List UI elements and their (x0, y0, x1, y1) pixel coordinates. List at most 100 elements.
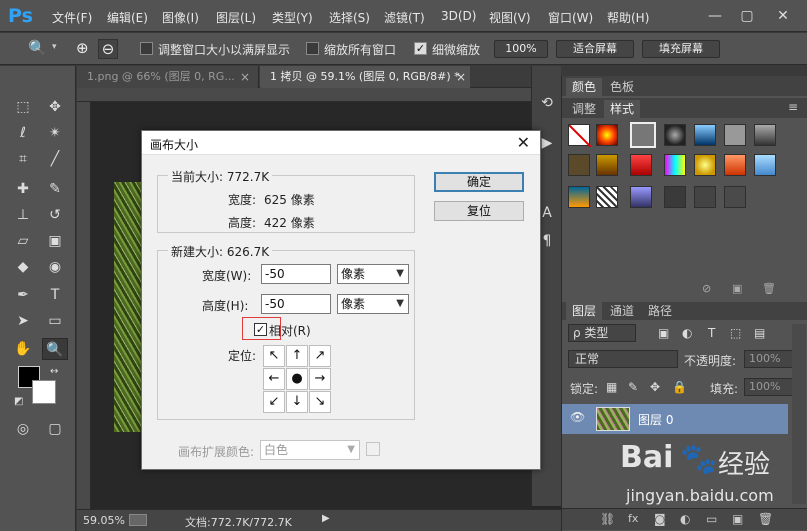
lock-transparent-icon[interactable]: ▦ (606, 380, 617, 394)
style-swatch[interactable] (568, 186, 590, 208)
zoom-out-icon[interactable]: ⊖ (98, 39, 118, 59)
menu-type[interactable]: 类型(Y) (272, 9, 313, 26)
quick-mask-icon[interactable]: ◎ (10, 418, 36, 440)
panel-menu-icon[interactable]: ≡ (788, 100, 798, 114)
stamp-tool-icon[interactable]: ⊥ (10, 204, 36, 226)
menu-filter[interactable]: 滤镜(T) (384, 9, 425, 26)
style-swatch[interactable] (664, 186, 686, 208)
chevron-down-icon[interactable]: ▾ (52, 42, 57, 52)
menu-select[interactable]: 选择(S) (329, 9, 370, 26)
style-swatch[interactable] (630, 186, 652, 208)
eye-icon[interactable]: 👁 (570, 410, 585, 424)
clear-style-icon[interactable]: ⊘ (702, 282, 711, 295)
ext-color-swatch[interactable] (366, 442, 380, 456)
tab-color[interactable]: 颜色 (566, 78, 602, 96)
anchor-top-right[interactable]: ↗ (309, 345, 331, 367)
default-colors-icon[interactable]: ◩ (14, 396, 23, 407)
menu-image[interactable]: 图像(I) (162, 9, 199, 26)
style-swatch[interactable] (596, 186, 618, 208)
tab-doc-1[interactable]: 1.png @ 66% (图层 0, RG... (77, 66, 259, 88)
menu-edit[interactable]: 编辑(E) (107, 9, 148, 26)
zoom-level[interactable]: 59.05% (83, 514, 125, 527)
lock-all-icon[interactable]: 🔒 (672, 380, 687, 394)
anchor-bottom[interactable]: ↓ (286, 391, 308, 413)
fill-screen-button[interactable]: 填充屏幕 (642, 40, 720, 58)
opacity-input[interactable]: 100% (744, 350, 798, 368)
filter-type-icon[interactable]: T (708, 326, 715, 340)
layer-name[interactable]: 图层 0 (638, 411, 673, 428)
lasso-tool-icon[interactable]: ℓ (10, 122, 36, 144)
brush-tool-icon[interactable]: ✎ (42, 178, 68, 200)
relative-label[interactable]: 相对(R) (269, 322, 311, 339)
style-none-swatch[interactable] (568, 124, 592, 148)
style-swatch[interactable] (568, 154, 590, 176)
blend-mode-select[interactable]: 正常 (568, 350, 678, 368)
swap-colors-icon[interactable]: ↔ (50, 366, 58, 377)
anchor-bottom-right[interactable]: ↘ (309, 391, 331, 413)
dodge-tool-icon[interactable]: ◉ (42, 256, 68, 278)
anchor-top[interactable]: ↑ (286, 345, 308, 367)
menu-window[interactable]: 窗口(W) (548, 9, 593, 26)
new-style-icon[interactable]: ▣ (732, 282, 742, 295)
relative-checkbox[interactable]: ✓ (254, 323, 267, 336)
close-tab-icon[interactable]: × (456, 70, 466, 84)
width-input[interactable]: -50 (261, 264, 331, 284)
history-panel-icon[interactable]: ⟲ (534, 92, 560, 114)
path-select-icon[interactable]: ➤ (10, 310, 36, 332)
style-swatch[interactable] (694, 154, 716, 176)
fit-screen-button[interactable]: 适合屏幕 (556, 40, 634, 58)
height-input[interactable]: -50 (261, 294, 331, 314)
style-swatch[interactable] (724, 124, 746, 146)
zoom-tool-icon[interactable]: 🔍 (42, 338, 68, 360)
style-swatch[interactable] (694, 186, 716, 208)
screen-mode-icon[interactable]: ▢ (42, 418, 68, 440)
close-window-button[interactable]: ✕ (770, 6, 796, 26)
style-swatch[interactable] (596, 124, 618, 146)
layer-row[interactable]: 👁 图层 0 (562, 404, 788, 434)
delete-style-icon[interactable]: 🗑 (762, 282, 776, 295)
height-unit-select[interactable]: 像素 ▼ (337, 294, 409, 314)
anchor-left[interactable]: ← (263, 368, 285, 390)
close-tab-icon[interactable]: × (240, 70, 250, 84)
history-brush-icon[interactable]: ↺ (42, 204, 68, 226)
anchor-top-left[interactable]: ↖ (263, 345, 285, 367)
anchor-bottom-left[interactable]: ↙ (263, 391, 285, 413)
status-preview-icon[interactable] (129, 514, 147, 526)
zoom-100-button[interactable]: 100% (494, 40, 548, 58)
style-swatch[interactable] (664, 124, 686, 146)
filter-adjust-icon[interactable]: ◐ (682, 326, 692, 340)
style-swatch[interactable] (694, 124, 716, 146)
shape-tool-icon[interactable]: ▭ (42, 310, 68, 332)
layer-kind-filter[interactable]: ρ 类型 (568, 324, 636, 342)
tab-styles[interactable]: 样式 (604, 100, 640, 118)
dialog-titlebar[interactable]: 画布大小 ✕ (142, 131, 540, 155)
menu-file[interactable]: 文件(F) (52, 9, 92, 26)
marquee-tool-icon[interactable]: ⬚ (10, 96, 36, 118)
filter-shape-icon[interactable]: ⬚ (730, 326, 741, 340)
style-swatch[interactable] (724, 154, 746, 176)
pen-tool-icon[interactable]: ✒ (10, 284, 36, 306)
width-unit-select[interactable]: 像素 ▼ (337, 264, 409, 284)
gradient-tool-icon[interactable]: ▣ (42, 230, 68, 252)
healing-brush-icon[interactable]: ✚ (10, 178, 36, 200)
reset-button[interactable]: 复位 (434, 201, 524, 221)
status-menu-icon[interactable]: ▶ (322, 513, 330, 524)
zoom-all-checkbox[interactable] (306, 42, 319, 55)
tab-adjustments[interactable]: 调整 (566, 100, 602, 118)
style-swatch[interactable] (630, 154, 652, 176)
style-swatch[interactable] (724, 186, 746, 208)
eyedropper-icon[interactable]: ╱ (42, 148, 68, 170)
close-icon[interactable]: ✕ (517, 133, 530, 152)
hand-tool-icon[interactable]: ✋ (10, 338, 36, 360)
style-swatch[interactable] (664, 154, 686, 176)
minimize-button[interactable]: — (702, 6, 728, 26)
ext-color-select[interactable]: 白色 ▼ (260, 440, 360, 460)
filter-smart-icon[interactable]: ▤ (754, 326, 765, 340)
tab-doc-2[interactable]: 1 拷贝 @ 59.1% (图层 0, RGB/8#) * (260, 66, 470, 88)
move-tool-icon[interactable]: ✥ (42, 96, 68, 118)
anchor-right[interactable]: → (309, 368, 331, 390)
lock-position-icon[interactable]: ✥ (650, 380, 660, 394)
style-swatch[interactable] (754, 124, 776, 146)
filter-pixel-icon[interactable]: ▣ (658, 326, 669, 340)
style-swatch[interactable] (754, 154, 776, 176)
